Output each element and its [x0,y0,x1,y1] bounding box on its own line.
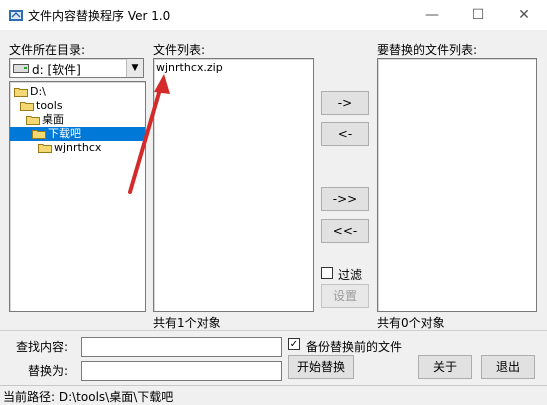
filter-label: 过滤 [338,268,363,282]
tree-item-label: D:\ [30,85,46,98]
current-path: 当前路径: D:\tools\桌面\下载吧 [3,390,174,404]
folder-icon [26,116,40,125]
minimize-button[interactable]: — [409,0,455,30]
folder-icon [20,102,34,111]
find-label: 查找内容: [16,340,69,354]
settings-button[interactable]: 设置 [321,284,369,308]
remove-all-button[interactable]: <<- [321,219,369,243]
replace-input[interactable] [81,361,282,381]
tree-item-label: tools [36,99,63,112]
tree-item[interactable]: tools [20,99,63,113]
replace-label: 替换为: [28,364,69,378]
file-list-label: 文件列表: [153,43,206,57]
add-button[interactable]: -> [321,91,369,115]
find-input[interactable] [81,337,282,357]
filter-checkbox[interactable] [321,267,333,279]
divider [0,330,547,331]
add-all-button[interactable]: ->> [321,187,369,211]
close-button[interactable]: ✕ [501,0,547,30]
tree-item[interactable]: D:\ [14,85,46,99]
backup-checkbox[interactable]: ✓ [288,338,300,350]
maximize-button[interactable]: ☐ [455,0,501,30]
tree-item-label: 下载吧 [48,127,81,140]
tree-item-label: wjnrthcx [54,141,102,154]
folder-icon [14,88,28,97]
replace-list-label: 要替换的文件列表: [377,43,478,57]
app-icon [9,10,23,21]
file-count: 共有1个对象 [153,316,221,330]
directory-label: 文件所在目录: [9,43,86,57]
replace-file-list[interactable] [377,58,537,312]
about-button[interactable]: 关于 [418,355,472,379]
replace-count: 共有0个对象 [377,316,445,330]
exit-button[interactable]: 退出 [481,355,535,379]
tree-item[interactable]: 桌面 [26,113,64,127]
window-title: 文件内容替换程序 Ver 1.0 [28,9,171,23]
folder-icon [38,144,52,153]
annotation-arrow [128,74,170,194]
backup-label: 备份替换前的文件 [306,340,403,354]
status-bar: 当前路径: D:\tools\桌面\下载吧 [0,385,547,404]
remove-button[interactable]: <- [321,122,369,146]
drive-value: d: [软件] [32,63,81,77]
tree-item[interactable]: wjnrthcx [38,141,101,155]
drive-icon [13,64,29,73]
start-replace-button[interactable]: 开始替换 [288,355,354,379]
folder-icon [32,130,46,139]
tree-item-label: 桌面 [42,113,64,126]
